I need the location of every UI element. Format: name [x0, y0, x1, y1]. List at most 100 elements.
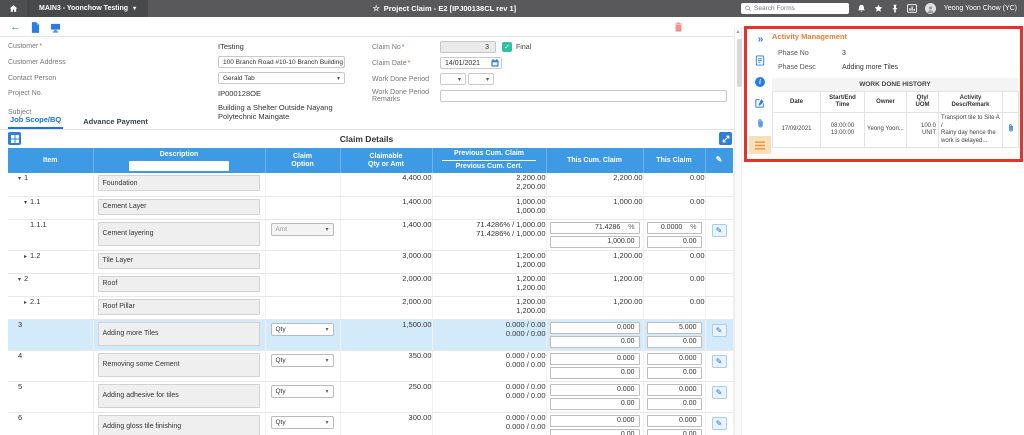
home-button[interactable]: [0, 0, 27, 17]
contact-person-select[interactable]: Gerald Tab: [218, 72, 345, 84]
document-panel-button[interactable]: [750, 52, 770, 69]
claim-row[interactable]: 6Adding gloss tile finishingQty300.000.0…: [8, 412, 734, 435]
notifications-button[interactable]: [857, 4, 866, 13]
amount-input[interactable]: 0.00: [549, 335, 640, 348]
activity-panel-button[interactable]: [749, 136, 771, 154]
dashboard-button[interactable]: [906, 4, 917, 13]
tab-job-scope-bq[interactable]: Job Scope/BQ: [8, 112, 64, 129]
this-claim-cell: 0.000 0.00: [643, 381, 706, 413]
expand-toggle-icon[interactable]: ▾: [18, 176, 21, 182]
scrollbar-thumb[interactable]: [736, 39, 742, 87]
column-this-claim[interactable]: This Claim: [643, 148, 706, 173]
claim-date-label: Claim Date *: [372, 59, 411, 67]
expand-toggle-icon[interactable]: ▾: [24, 200, 27, 206]
claim-option-select[interactable]: Qty: [270, 415, 334, 429]
column-edit[interactable]: ✎: [705, 148, 734, 173]
claim-row[interactable]: ▾ 2 Roof 2,000.00 1,200.00 1,200.00 1,200.00 0.…: [8, 273, 734, 297]
column-item[interactable]: Item: [8, 148, 94, 173]
amount-input[interactable]: 0.000: [646, 352, 702, 365]
description-field: Removing some Cement: [97, 352, 260, 377]
amount-input[interactable]: 71.4286%: [549, 221, 640, 234]
amount-input[interactable]: 0.000: [549, 383, 640, 396]
collapse-panel-button[interactable]: »: [750, 31, 770, 48]
favorites-button[interactable]: [874, 4, 883, 13]
expand-toggle-icon[interactable]: ▸: [24, 300, 27, 306]
user-name[interactable]: Yeong Yoon Chow (YC): [944, 5, 1017, 12]
work-done-period-to-select[interactable]: [468, 73, 494, 85]
amount-input[interactable]: 0.00: [646, 235, 702, 248]
document-button[interactable]: [31, 22, 40, 33]
user-avatar[interactable]: [924, 3, 936, 14]
amount-input[interactable]: 0.00: [549, 366, 640, 379]
attachments-panel-button[interactable]: [750, 115, 770, 132]
column-description[interactable]: Description: [93, 148, 266, 173]
edit-row-button[interactable]: ✎: [711, 416, 727, 430]
back-button[interactable]: ←: [10, 22, 21, 33]
claim-row[interactable]: 1.1.1 Cement layering Amt 1,400.0071.4286% …: [8, 219, 734, 251]
claim-option-select[interactable]: Qty: [270, 384, 334, 398]
pinned-button[interactable]: [891, 4, 899, 13]
claim-option-select[interactable]: Qty: [270, 322, 334, 336]
tab-advance-payment[interactable]: Advance Payment: [81, 114, 150, 129]
work-done-period-remarks-input[interactable]: [440, 90, 727, 102]
edit-row-button[interactable]: ✎: [711, 223, 727, 237]
app-menu-button[interactable]: MAIN3 - Yoonchow Testing ▾: [27, 0, 149, 17]
print-button[interactable]: [50, 23, 61, 33]
amount-input[interactable]: 0.00: [646, 366, 702, 379]
delete-button[interactable]: [674, 22, 683, 32]
description-cell: Tile Layer: [93, 250, 266, 274]
amount-input[interactable]: 0.000: [549, 321, 640, 334]
claim-row[interactable]: ▸ 2.1 Roof Pillar 2,000.00 1,200.00 1,200.00 1…: [8, 296, 734, 320]
info-panel-button[interactable]: i: [750, 73, 770, 90]
search-box[interactable]: [740, 3, 849, 14]
amount-input[interactable]: 0.000: [549, 352, 640, 365]
expand-toggle-icon[interactable]: ▾: [18, 277, 21, 283]
edit-row-button[interactable]: ✎: [711, 323, 727, 337]
vertical-scrollbar[interactable]: ▲: [734, 27, 742, 435]
amount-input[interactable]: 0.0000%: [646, 221, 702, 234]
amount-input[interactable]: 0.000: [646, 383, 702, 396]
claim-date-field[interactable]: 14/01/2021: [440, 57, 502, 69]
column-this-cum-claim[interactable]: This Cum. Claim: [546, 148, 644, 173]
calendar-icon[interactable]: [491, 59, 499, 67]
print-icon: [50, 23, 61, 32]
favorite-star-icon[interactable]: ☆: [373, 4, 380, 13]
customer-address-select[interactable]: 100 Branch Road #10-10 Branch Building: [218, 56, 345, 68]
claim-date-value: 14/01/2021: [445, 59, 481, 67]
edit-row-button[interactable]: ✎: [711, 385, 727, 399]
amount-input[interactable]: 0.000: [549, 414, 640, 427]
amount-input[interactable]: 1,000.00: [549, 235, 640, 248]
search-input[interactable]: [754, 5, 845, 12]
scroll-up-arrow[interactable]: ▲: [735, 29, 741, 35]
column-claim-option[interactable]: Claim Option: [265, 148, 341, 173]
amount-input[interactable]: 0.000: [646, 414, 702, 427]
project-no-label: Project No.: [8, 90, 43, 97]
work-done-period-from-select[interactable]: [440, 73, 466, 85]
amount-input[interactable]: 0.00: [549, 397, 640, 410]
claim-option-select[interactable]: Qty: [270, 353, 334, 367]
claim-row[interactable]: 4 Removing some Cement Qty 350.000.000 / 0.…: [8, 350, 734, 382]
claim-row[interactable]: 5Adding adhesive for tilesQty250.000.000…: [8, 381, 734, 413]
amount-input[interactable]: 0.00: [646, 335, 702, 348]
paperclip-icon[interactable]: [1007, 123, 1015, 133]
description-filter-input[interactable]: [129, 160, 229, 171]
claim-row[interactable]: ▾ 1 Foundation 4,400.00 2,200.00 2,200.00 2,20…: [8, 173, 734, 197]
description-field: Adding gloss tile finishing: [97, 414, 260, 435]
claim-row[interactable]: 3 Adding more Tiles Qty 1,500.000.000 / 0.0…: [8, 319, 734, 351]
customer-label: Customer *: [8, 43, 43, 50]
claim-row[interactable]: ▾ 1.1 Cement Layer 1,400.00 1,000.00 1,000.00…: [8, 196, 734, 220]
amount-input[interactable]: 5.000: [646, 321, 702, 334]
history-row[interactable]: 17/09/2021 08:00:00 13:00:00 Yeong Yoon... 1…: [772, 112, 1019, 148]
claim-row[interactable]: ▸ 1.2 Tile Layer 3,000.00 1,200.00 1,200.00 1,…: [8, 250, 734, 274]
amount-input[interactable]: 0.00: [549, 428, 640, 435]
expand-claim-details-button[interactable]: [719, 132, 732, 145]
final-checkbox[interactable]: ✓: [502, 42, 512, 52]
claim-option-cell: [265, 196, 341, 220]
column-previous-cum[interactable]: Previous Cum. Claim Previous Cum. Cert.: [432, 148, 547, 173]
edit-row-button[interactable]: ✎: [711, 354, 727, 368]
edit-panel-button[interactable]: [750, 94, 770, 111]
amount-input[interactable]: 0.00: [646, 397, 702, 410]
expand-toggle-icon[interactable]: ▸: [24, 254, 27, 260]
amount-input[interactable]: 0.00: [646, 428, 702, 435]
column-claimable[interactable]: Claimable Qty or Amt: [340, 148, 433, 173]
